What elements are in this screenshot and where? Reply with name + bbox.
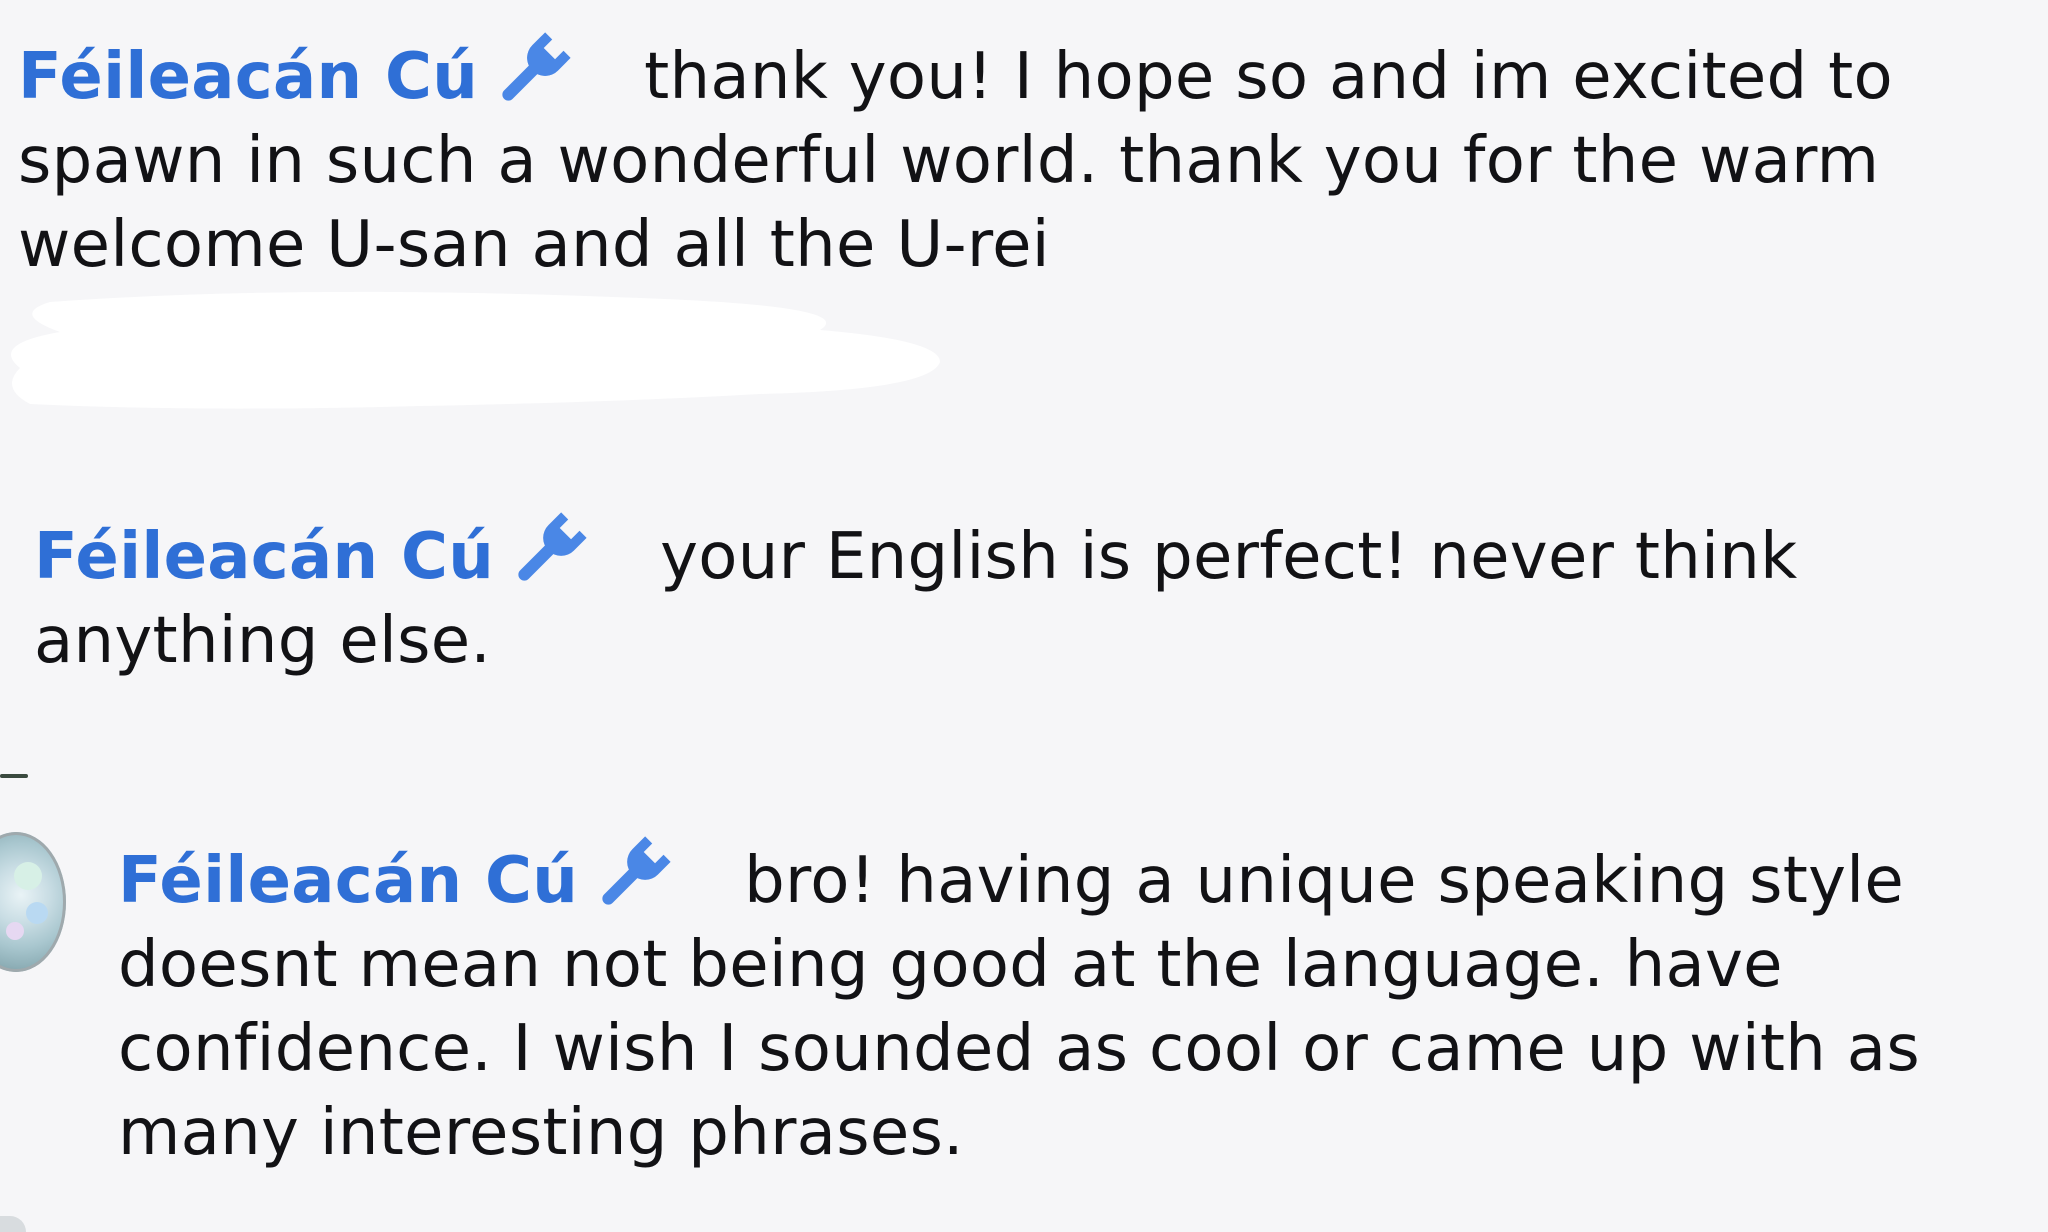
chat-message[interactable]: Féileacán Cú bro! having a unique speakin… [118,836,2018,1175]
avatar-sparkle [26,902,48,924]
chat-message[interactable]: Féileacán Cú your English is perfect! nev… [34,512,2044,683]
wrench-icon [590,836,672,916]
avatar-edge [0,774,28,778]
avatar-sparkle [14,862,42,890]
avatar-edge [0,1216,26,1232]
wrench-icon [506,512,588,592]
author-name[interactable]: Féileacán Cú [18,40,478,114]
avatar-sparkle [6,922,24,940]
avatar[interactable] [0,832,66,972]
redacted-area [0,284,960,454]
chat-message[interactable]: Féileacán Cú thank you! I hope so and im … [18,32,2038,287]
wrench-icon [490,32,572,112]
author-name[interactable]: Féileacán Cú [34,520,494,594]
author-name[interactable]: Féileacán Cú [118,844,578,918]
